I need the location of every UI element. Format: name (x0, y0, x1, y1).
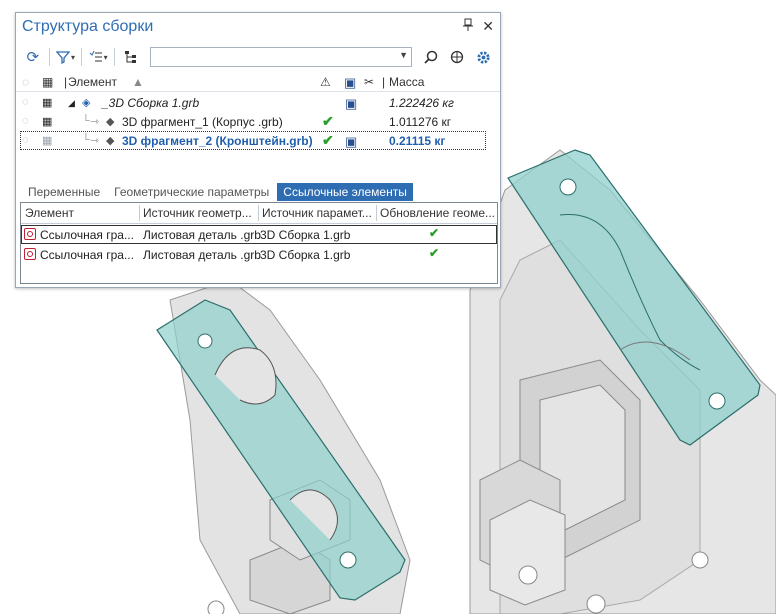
lock-icon[interactable]: ▦ (42, 96, 52, 109)
refresh-icon[interactable]: ⟳ (20, 46, 46, 68)
toolbar-divider (48, 48, 50, 66)
fragment-icon: ◆ (106, 135, 115, 147)
cell-parameter-source: 3D Сборка 1.grb (260, 228, 351, 242)
reference-element-icon (24, 248, 36, 260)
table-row[interactable]: Ссылочная гра... Листовая деталь .grb 3D… (21, 225, 497, 244)
close-icon[interactable]: ✕ (482, 18, 494, 35)
tree-item-name: 3D фрагмент_1 (Корпус .grb) (122, 115, 283, 129)
visibility-column-icon[interactable]: ◌ (22, 75, 29, 89)
tab-reference-elements[interactable]: Ссылочные элементы (277, 183, 413, 201)
gear-icon[interactable] (470, 46, 496, 68)
save-column-icon[interactable]: ▣ (344, 75, 356, 91)
cell-element: Ссылочная гра... (40, 248, 134, 262)
visibility-icon[interactable]: ◌ (22, 115, 29, 127)
column-divider: | (382, 75, 386, 89)
toolbar-divider (81, 48, 83, 66)
panel-toolbar: ⟳ ▼ (20, 46, 496, 68)
tab-geometric-parameters[interactable]: Геометрические параметры (108, 183, 275, 201)
cell-parameter-source: 3D Сборка 1.grb (260, 248, 351, 262)
panel-title-bar: Структура сборки ✕ (16, 13, 500, 41)
target-icon[interactable] (444, 46, 470, 68)
column-header-parameter-source[interactable]: Источник парамет... (262, 206, 372, 220)
fragment-icon: ◆ (106, 116, 115, 128)
tree-row[interactable]: ◌ ▦ ◢ ◈ _3D Сборка 1.grb ▣ 1.222426 кг (16, 93, 500, 112)
property-tabs: Переменные Геометрические параметры Ссыл… (22, 183, 415, 201)
search-input[interactable] (150, 48, 399, 64)
table-header: Элемент Источник геометр... Источник пар… (21, 203, 497, 224)
tree-header: ◌ ▦ | Элемент ▲ ⚠ ▣ ✂ | Масса (16, 73, 500, 92)
check-icon: ✔ (322, 113, 334, 129)
list-options-icon[interactable] (85, 46, 111, 68)
tree-row[interactable]: ◌ ▦ └ ⇾ ◆ 3D фрагмент_1 (Корпус .grb) ✔ … (16, 112, 500, 131)
lock-icon[interactable]: ▦ (42, 134, 52, 147)
column-header-geometry-source[interactable]: Источник геометр... (143, 206, 252, 220)
column-header-mass[interactable]: Масса (389, 75, 424, 89)
tree-structure-icon[interactable] (118, 46, 144, 68)
lock-icon[interactable]: ▦ (42, 115, 52, 128)
assembly-icon: ◈ (82, 97, 91, 109)
reference-element-icon (24, 228, 36, 240)
tree-row-selected[interactable]: ◌ ▦ └ ⇾ ◆ 3D фрагмент_2 (Кронштейн.grb) … (20, 131, 486, 150)
expand-triangle-icon[interactable]: ◢ (68, 98, 75, 109)
check-icon: ✔ (429, 226, 440, 240)
check-icon: ✔ (322, 132, 334, 148)
warning-column-icon[interactable]: ⚠ (320, 75, 331, 89)
tab-variables[interactable]: Переменные (22, 183, 106, 201)
tree-branch-line: └ (82, 134, 90, 146)
search-icon[interactable] (418, 46, 444, 68)
search-combobox[interactable]: ▼ (149, 47, 413, 67)
column-divider: | (64, 75, 68, 89)
visibility-icon[interactable]: ◌ (22, 134, 29, 146)
assembly-structure-panel: Структура сборки ✕ ⟳ ▼ (15, 12, 501, 288)
column-header-element[interactable]: Элемент (25, 206, 74, 220)
save-icon: ▣ (345, 134, 358, 149)
panel-title: Структура сборки (22, 18, 154, 35)
tree-item-mass: 1.222426 кг (389, 96, 454, 110)
link-arrow-icon: ⇾ (90, 135, 100, 147)
tree-item-name: 3D фрагмент_2 (Кронштейн.grb) (122, 134, 313, 148)
sort-arrow-icon: ▲ (132, 75, 144, 89)
link-arrow-icon: ⇾ (90, 116, 100, 128)
reference-elements-table: Элемент Источник геометр... Источник пар… (20, 202, 498, 284)
toolbar-divider (113, 48, 115, 66)
save-icon: ▣ (345, 96, 358, 111)
tree-item-name: _3D Сборка 1.grb (102, 96, 200, 110)
filter-icon[interactable] (53, 46, 79, 68)
chevron-down-icon[interactable]: ▼ (399, 50, 408, 60)
tree-branch-line: └ (82, 115, 90, 127)
visibility-icon[interactable]: ◌ (22, 96, 29, 108)
column-divider[interactable] (139, 205, 140, 221)
cell-geometry-source: Листовая деталь .grb (143, 228, 261, 242)
table-row[interactable]: Ссылочная гра... Листовая деталь .grb 3D… (21, 245, 497, 264)
cell-geometry-source: Листовая деталь .grb (143, 248, 261, 262)
column-header-geometry-update[interactable]: Обновление геоме... (380, 206, 495, 220)
tree-item-mass: 0.21115 кг (389, 134, 446, 148)
tree-item-mass: 1.011276 кг (389, 115, 452, 129)
column-header-element[interactable]: Элемент (68, 75, 117, 89)
lock-column-icon[interactable]: ▦ (42, 75, 53, 89)
check-icon: ✔ (429, 246, 440, 260)
column-divider[interactable] (258, 205, 259, 221)
scissors-column-icon[interactable]: ✂ (364, 75, 374, 89)
pin-icon[interactable] (462, 18, 474, 35)
column-divider[interactable] (376, 205, 377, 221)
cell-element: Ссылочная гра... (40, 228, 134, 242)
